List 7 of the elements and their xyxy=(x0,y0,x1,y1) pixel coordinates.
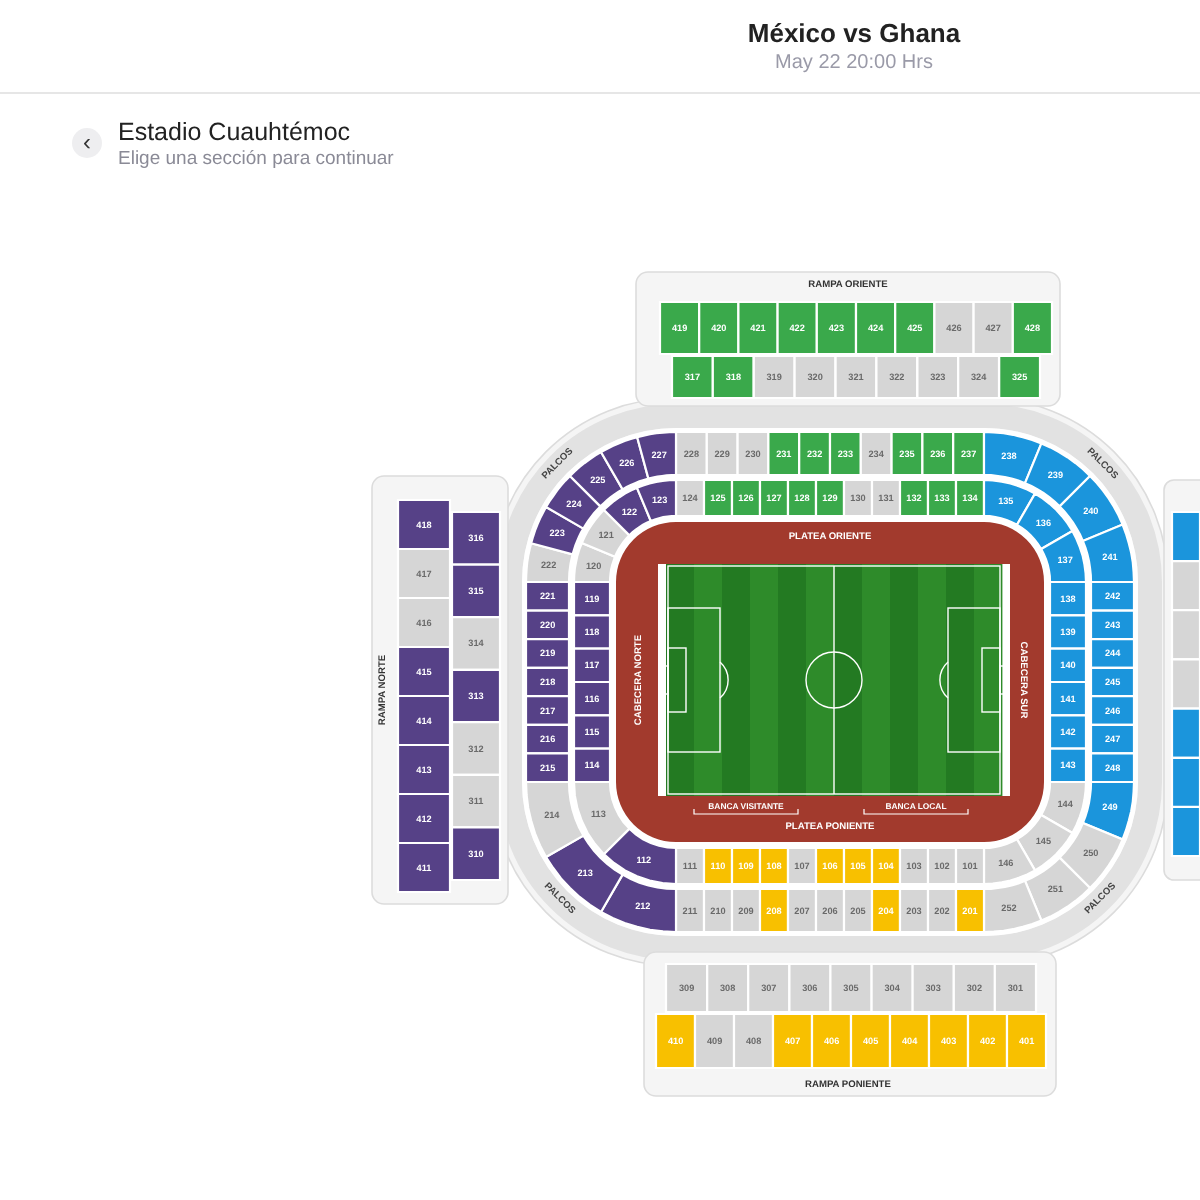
back-button[interactable]: ‹ xyxy=(72,128,102,158)
event-date: May 22 20:00 Hrs xyxy=(773,50,935,76)
venue-name: Estadio Cuauhtémoc xyxy=(118,118,353,148)
bench-bracket xyxy=(863,808,969,815)
bench-bracket xyxy=(693,808,799,815)
venue-hint: Elige una sección para continuar xyxy=(118,148,394,172)
event-title: México vs Ghana xyxy=(745,16,963,50)
